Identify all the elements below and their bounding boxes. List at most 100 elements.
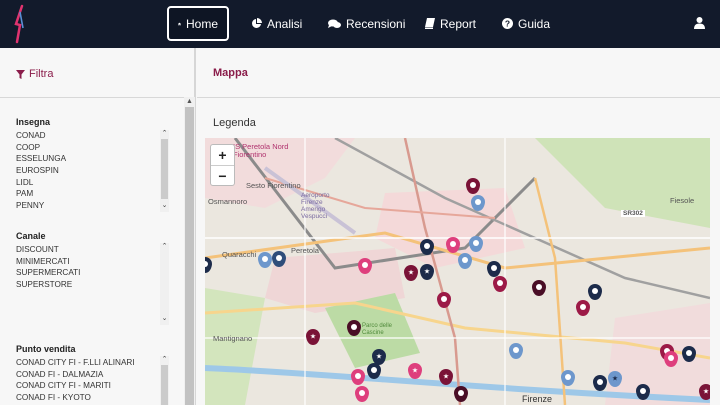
punto-vendita-scrollbar[interactable]: ⌃	[160, 356, 169, 405]
zoom-in-button[interactable]: +	[211, 145, 234, 165]
nav-recensioni[interactable]: Recensioni	[328, 6, 405, 41]
group-title-punto-vendita: Punto vendita	[16, 344, 76, 354]
map-marker-pin	[454, 386, 468, 402]
nav-guida[interactable]: ? Guida	[502, 6, 550, 41]
top-navbar: Home Analisi Recensioni Report ? Guida	[0, 0, 720, 48]
map-marker-pin: ★	[408, 363, 422, 379]
list-item[interactable]: CONAD	[16, 130, 170, 142]
map-marker-pin	[420, 239, 434, 255]
map-marker-pin	[351, 369, 365, 385]
list-item[interactable]: COOP	[16, 142, 170, 154]
svg-text:★: ★	[703, 388, 709, 396]
map-marker-pin	[682, 346, 696, 362]
sidebar-scrollbar[interactable]: ▲	[184, 97, 195, 405]
punto-vendita-scroll-thumb[interactable]	[161, 365, 168, 405]
map-marker-pin	[205, 257, 212, 273]
map-marker-pin: ★	[404, 265, 418, 281]
list-item[interactable]: CONAD FI - KYOTO	[16, 392, 170, 404]
map-marker-pin	[446, 237, 460, 253]
nav-analisi[interactable]: Analisi	[251, 6, 302, 41]
book-icon	[425, 18, 435, 29]
list-item[interactable]: ESSELUNGA	[16, 153, 170, 165]
map-marker-pin: ★	[420, 264, 434, 280]
map-marker-pin	[469, 236, 483, 252]
canale-list[interactable]: DISCOUNT MINIMERCATI SUPERMERCATI SUPERS…	[16, 244, 170, 291]
home-icon	[178, 22, 181, 25]
brand-logo[interactable]	[13, 4, 27, 44]
user-icon[interactable]	[694, 17, 705, 29]
map-marker-pin: ★	[699, 384, 710, 400]
map-marker-pin: ★	[306, 329, 320, 345]
sidebar-scroll-thumb[interactable]	[185, 107, 194, 405]
map-marker-pin	[367, 363, 381, 379]
nav-report[interactable]: Report	[425, 6, 476, 41]
map-canvas[interactable]: IS Peretola Nord Fiorentino Sesto Fioren…	[205, 138, 710, 405]
svg-text:★: ★	[612, 375, 618, 383]
insegna-scroll-thumb[interactable]	[161, 139, 168, 199]
list-item[interactable]: MINIMERCATI	[16, 256, 170, 268]
list-item[interactable]: SUPERMERCATI	[16, 267, 170, 279]
map-marker-pin	[576, 300, 590, 316]
list-item[interactable]: DISCOUNT	[16, 244, 170, 256]
question-circle-icon: ?	[502, 18, 513, 29]
insegna-scrollbar[interactable]: ⌃ ⌄	[160, 130, 169, 212]
chevron-down-icon[interactable]: ⌄	[160, 202, 169, 210]
map-marker-pin	[636, 384, 650, 400]
list-item[interactable]: PAM	[16, 188, 170, 200]
list-item[interactable]: CONAD CITY FI - F.LLI ALINARI	[16, 357, 170, 369]
chevron-up-icon[interactable]: ⌃	[160, 243, 169, 251]
svg-text:★: ★	[408, 269, 414, 277]
nav-recensioni-label: Recensioni	[346, 16, 406, 31]
comments-icon	[328, 19, 341, 28]
chevron-up-icon[interactable]: ⌃	[160, 356, 169, 364]
list-item[interactable]: CONAD FI - DALMAZIA	[16, 369, 170, 381]
map-zoom-control: + −	[210, 144, 235, 186]
sidebar-divider	[0, 97, 195, 98]
chevron-down-icon[interactable]: ⌄	[160, 315, 169, 323]
list-item[interactable]: CONAD CITY FI - MARITI	[16, 380, 170, 392]
map-marker-pin	[258, 252, 272, 268]
map-marker-pin	[471, 195, 485, 211]
map-marker-pin	[532, 280, 546, 296]
nav-home-label: Home	[185, 16, 218, 31]
filter-toggle[interactable]: Filtra	[16, 68, 53, 80]
map-pins-layer: ★ ★ ★ ★ ★ ★ ★ ★	[205, 178, 710, 402]
nav-analisi-label: Analisi	[267, 16, 303, 31]
nav-guida-label: Guida	[518, 16, 551, 31]
zoom-out-button[interactable]: −	[211, 166, 234, 186]
map-marker-pin	[458, 253, 472, 269]
svg-text:★: ★	[424, 268, 430, 276]
group-title-insegna: Insegna	[16, 117, 51, 127]
list-item[interactable]: PENNY	[16, 200, 170, 212]
map-marker-pin	[664, 351, 678, 367]
filter-icon	[16, 69, 25, 79]
insegna-list[interactable]: CONAD COOP ESSELUNGA EUROSPIN LIDL PAM P…	[16, 130, 170, 212]
svg-text:★: ★	[376, 353, 382, 361]
main-divider	[197, 97, 720, 98]
list-item[interactable]: EUROSPIN	[16, 165, 170, 177]
scroll-up-arrow-icon[interactable]: ▲	[186, 98, 193, 105]
nav-report-label: Report	[440, 16, 477, 31]
legend-heading[interactable]: Legenda	[213, 117, 256, 129]
pie-chart-icon	[252, 18, 262, 28]
svg-text:★: ★	[443, 373, 449, 381]
chevron-up-icon[interactable]: ⌃	[160, 130, 169, 138]
map-marker-pin: ★	[439, 369, 453, 385]
map-marker-pin: ★	[372, 349, 386, 365]
map-marker-pin	[509, 343, 523, 359]
map-marker-pin	[466, 178, 480, 194]
map-marker-pin	[355, 386, 369, 402]
group-title-canale: Canale	[16, 231, 46, 241]
list-item[interactable]: SUPERSTORE	[16, 279, 170, 291]
filter-label: Filtra	[29, 68, 54, 80]
list-item[interactable]: LIDL	[16, 177, 170, 189]
page-title: Mappa	[213, 67, 248, 79]
canale-scrollbar[interactable]: ⌃ ⌄	[160, 243, 169, 325]
punto-vendita-list[interactable]: CONAD CITY FI - F.LLI ALINARI CONAD FI -…	[16, 357, 170, 404]
map-marker-pin	[493, 276, 507, 292]
map-marker-pin	[358, 258, 372, 274]
map-marker-pin	[561, 370, 575, 386]
nav-home[interactable]: Home	[167, 6, 229, 41]
map-marker-pin	[588, 284, 602, 300]
map-marker-pin	[593, 375, 607, 391]
